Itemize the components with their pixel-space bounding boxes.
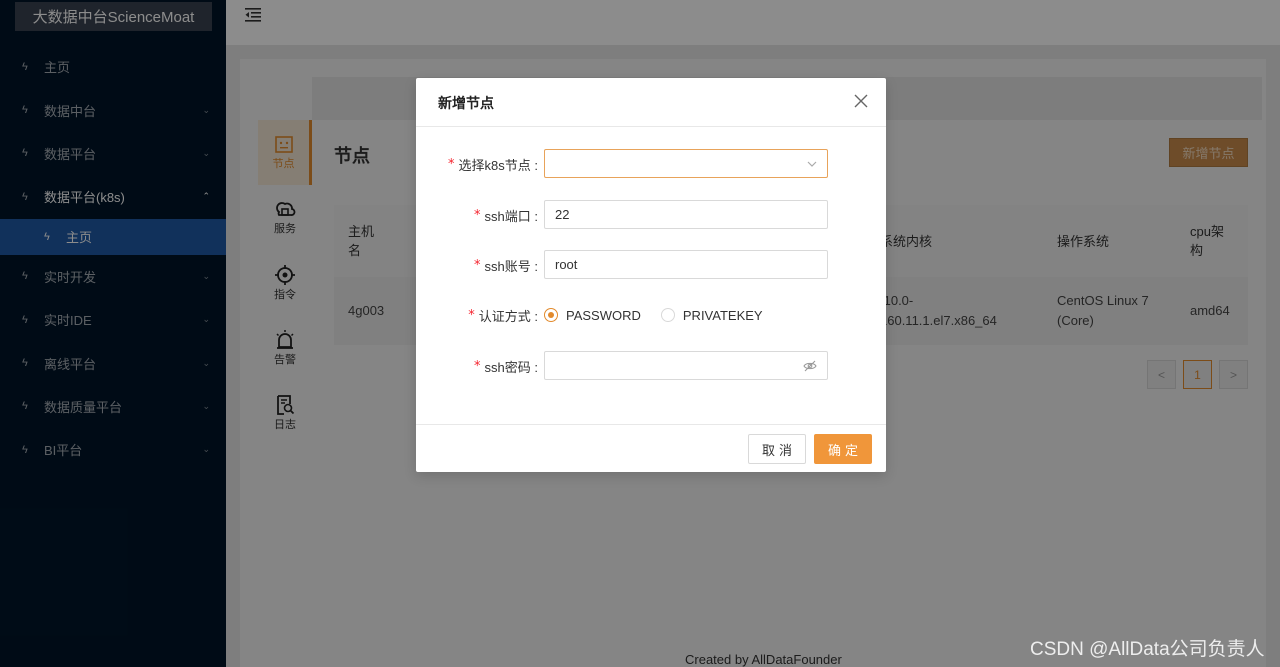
radio-label: PRIVATEKEY [682, 307, 763, 323]
eye-invisible-icon[interactable] [803, 360, 817, 372]
label-text: ssh密码 : [484, 359, 538, 375]
confirm-button[interactable]: 确定 [814, 434, 872, 464]
chevron-down-icon [807, 161, 817, 167]
form-row-auth-method: * 认证方式 : PASSWORD PRIVATEKEY [416, 300, 886, 330]
auth-method-label: * 认证方式 : [468, 300, 538, 330]
k8s-node-label: * 选择k8s节点 : [448, 149, 538, 179]
required-mark: * [474, 207, 481, 223]
form-row-ssh-password: * ssh密码 : [416, 351, 886, 381]
dialog-title: 新增节点 [438, 95, 494, 111]
radio-checked-icon [544, 308, 558, 322]
radio-unchecked-icon [660, 308, 675, 322]
label-text: 选择k8s节点 : [458, 157, 538, 173]
radio-label: PASSWORD [566, 307, 641, 323]
dialog-header: 新增节点 [416, 78, 886, 127]
label-text: ssh账号 : [484, 258, 538, 274]
cancel-button[interactable]: 取消 [748, 434, 806, 464]
label-text: ssh端口 : [484, 208, 538, 224]
ssh-password-input[interactable] [544, 351, 828, 380]
watermark: CSDN @AllData公司负责人 [1030, 639, 1265, 660]
k8s-node-select[interactable] [544, 149, 828, 178]
ssh-user-label: * ssh账号 : [474, 250, 538, 280]
required-mark: * [474, 358, 481, 374]
form-row-ssh-user: * ssh账号 : root [416, 250, 886, 280]
auth-method-radio-group: PASSWORD PRIVATEKEY [544, 300, 783, 330]
close-icon[interactable] [854, 94, 868, 108]
radio-privatekey[interactable]: PRIVATEKEY [660, 307, 763, 323]
label-text: 认证方式 : [478, 308, 538, 324]
ssh-user-input[interactable]: root [544, 250, 828, 279]
dialog-footer: 取消 确定 [416, 424, 886, 472]
ssh-password-label: * ssh密码 : [474, 351, 538, 381]
required-mark: * [474, 257, 481, 273]
ssh-port-label: * ssh端口 : [474, 200, 538, 230]
add-node-dialog: 新增节点 * 选择k8s节点 : * ssh端口 : 22 * ssh账号 : roo… [416, 78, 886, 472]
form-row-k8s-node: * 选择k8s节点 : [416, 149, 886, 179]
radio-password[interactable]: PASSWORD [544, 308, 641, 323]
required-mark: * [468, 307, 475, 323]
required-mark: * [448, 156, 455, 172]
form-row-ssh-port: * ssh端口 : 22 [416, 200, 886, 230]
ssh-port-input[interactable]: 22 [544, 200, 828, 229]
